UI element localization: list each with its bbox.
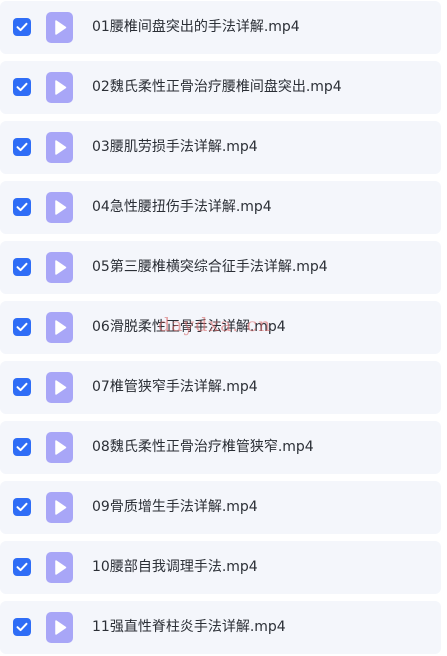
video-file-icon <box>46 552 73 583</box>
video-file-icon <box>46 612 73 643</box>
checkmark-icon <box>16 562 28 572</box>
row-checkbox[interactable] <box>13 498 31 516</box>
file-list: 01腰椎间盘突出的手法详解.mp4 02魏氏柔性正骨治疗腰椎间盘突出.mp4 0… <box>0 0 447 656</box>
video-file-icon <box>46 492 73 523</box>
file-name[interactable]: 09骨质增生手法详解.mp4 <box>92 481 258 534</box>
file-row[interactable]: 04急性腰扭伤手法详解.mp4 <box>0 181 441 234</box>
row-checkbox[interactable] <box>13 378 31 396</box>
file-name[interactable]: 05第三腰椎横突综合征手法详解.mp4 <box>92 241 328 294</box>
file-row[interactable]: 06滑脱柔性正骨手法详解.mp4 <box>0 301 441 354</box>
file-row[interactable]: 10腰部自我调理手法.mp4 <box>0 541 441 594</box>
checkmark-icon <box>16 82 28 92</box>
file-name[interactable]: 03腰肌劳损手法详解.mp4 <box>92 121 258 174</box>
file-row[interactable]: 07椎管狭窄手法详解.mp4 <box>0 361 441 414</box>
row-checkbox[interactable] <box>13 78 31 96</box>
checkmark-icon <box>16 322 28 332</box>
checkmark-icon <box>16 442 28 452</box>
video-file-icon <box>46 432 73 463</box>
checkmark-icon <box>16 202 28 212</box>
file-name[interactable]: 11强直性脊柱炎手法详解.mp4 <box>92 601 286 654</box>
video-file-icon <box>46 12 73 43</box>
file-row[interactable]: 01腰椎间盘突出的手法详解.mp4 <box>0 1 441 54</box>
file-name[interactable]: 10腰部自我调理手法.mp4 <box>92 541 258 594</box>
row-checkbox[interactable] <box>13 618 31 636</box>
row-checkbox[interactable] <box>13 558 31 576</box>
checkmark-icon <box>16 142 28 152</box>
file-name[interactable]: 08魏氏柔性正骨治疗椎管狭窄.mp4 <box>92 421 314 474</box>
row-checkbox[interactable] <box>13 138 31 156</box>
checkmark-icon <box>16 382 28 392</box>
checkmark-icon <box>16 502 28 512</box>
row-checkbox[interactable] <box>13 438 31 456</box>
file-name[interactable]: 04急性腰扭伤手法详解.mp4 <box>92 181 272 234</box>
file-row[interactable]: 03腰肌劳损手法详解.mp4 <box>0 121 441 174</box>
checkmark-icon <box>16 262 28 272</box>
file-name[interactable]: 01腰椎间盘突出的手法详解.mp4 <box>92 1 300 54</box>
file-name[interactable]: 06滑脱柔性正骨手法详解.mp4 <box>92 301 286 354</box>
video-file-icon <box>46 72 73 103</box>
checkmark-icon <box>16 622 28 632</box>
row-checkbox[interactable] <box>13 258 31 276</box>
row-checkbox[interactable] <box>13 198 31 216</box>
file-row[interactable]: 02魏氏柔性正骨治疗腰椎间盘突出.mp4 <box>0 61 441 114</box>
checkmark-icon <box>16 22 28 32</box>
video-file-icon <box>46 312 73 343</box>
file-name[interactable]: 07椎管狭窄手法详解.mp4 <box>92 361 258 414</box>
file-row[interactable]: 11强直性脊柱炎手法详解.mp4 <box>0 601 441 654</box>
video-file-icon <box>46 132 73 163</box>
video-file-icon <box>46 372 73 403</box>
file-row[interactable]: 09骨质增生手法详解.mp4 <box>0 481 441 534</box>
row-checkbox[interactable] <box>13 318 31 336</box>
row-checkbox[interactable] <box>13 18 31 36</box>
video-file-icon <box>46 252 73 283</box>
file-row[interactable]: 05第三腰椎横突综合征手法详解.mp4 <box>0 241 441 294</box>
file-row[interactable]: 08魏氏柔性正骨治疗椎管狭窄.mp4 <box>0 421 441 474</box>
file-name[interactable]: 02魏氏柔性正骨治疗腰椎间盘突出.mp4 <box>92 61 342 114</box>
video-file-icon <box>46 192 73 223</box>
